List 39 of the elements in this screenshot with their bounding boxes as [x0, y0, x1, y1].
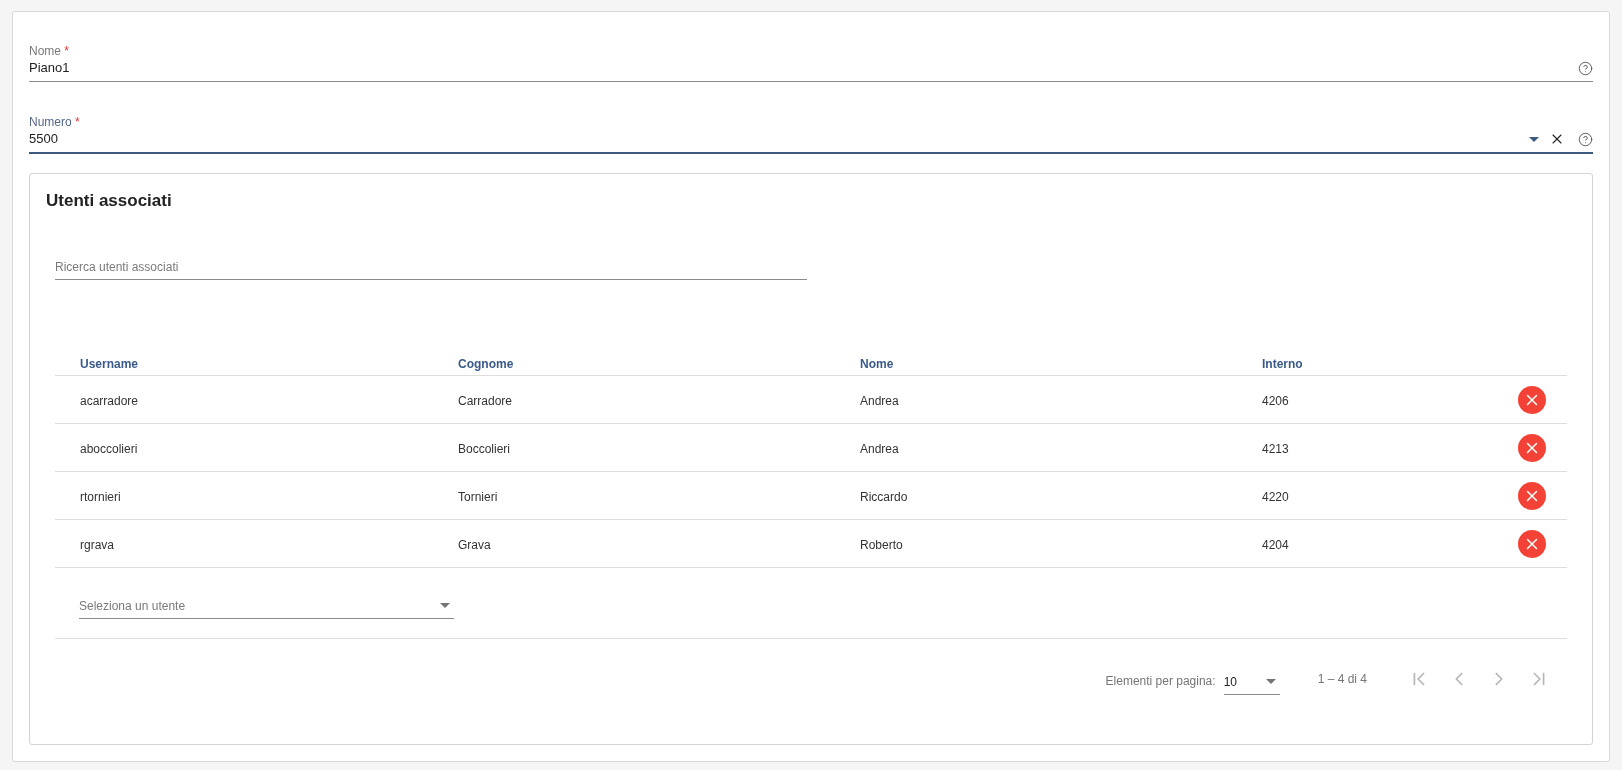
table-cell: Grava [458, 537, 491, 552]
table-cell: Roberto [860, 537, 903, 552]
column-header: Nome [860, 356, 894, 371]
page-size-label: Elementi per pagina: [1105, 673, 1216, 689]
table-cell: 4204 [1262, 537, 1289, 552]
table-cell: aboccolieri [80, 441, 138, 456]
delete-button[interactable] [1518, 433, 1546, 462]
help-icon[interactable] [1578, 131, 1593, 147]
table-cell: 4213 [1262, 441, 1289, 456]
user-select[interactable]: Seleziona un utente [79, 593, 454, 619]
table-cell: Carradore [458, 393, 513, 408]
page-range-label: 1 – 4 di 4 [1317, 671, 1367, 687]
table-cell: Andrea [860, 441, 899, 456]
table-cell: rtornieri [80, 489, 121, 504]
table-cell: 4206 [1262, 393, 1289, 408]
table-cell: rgrava [80, 537, 114, 552]
table-cell: Boccolieri [458, 441, 511, 456]
field-label: Numero * [29, 114, 80, 130]
combo-field[interactable]: Numero * 5500 [29, 114, 1593, 154]
search-field[interactable]: Ricerca utenti associati [55, 254, 807, 280]
column-header: Username [80, 356, 139, 371]
caret-icon [1529, 136, 1539, 142]
column-header: Cognome [458, 356, 514, 371]
help-icon[interactable] [1578, 60, 1593, 76]
panel-title: Utenti associati [46, 191, 172, 210]
table-cell: Riccardo [860, 489, 908, 504]
field-label: Nome * [29, 43, 70, 59]
table-cell: 4220 [1262, 489, 1289, 504]
table-cell: Andrea [860, 393, 899, 408]
text-field[interactable]: Nome * Piano1 [29, 43, 1593, 82]
caret-icon [440, 603, 450, 608]
delete-button[interactable] [1518, 529, 1546, 558]
table-cell: Tornieri [458, 489, 498, 504]
delete-button[interactable] [1518, 481, 1546, 510]
caret-icon [1265, 679, 1276, 684]
table-cell: acarradore [80, 393, 139, 408]
column-header: Interno [1262, 356, 1303, 371]
page-size-select[interactable]: 10 [1223, 667, 1280, 695]
delete-button[interactable] [1518, 385, 1546, 414]
